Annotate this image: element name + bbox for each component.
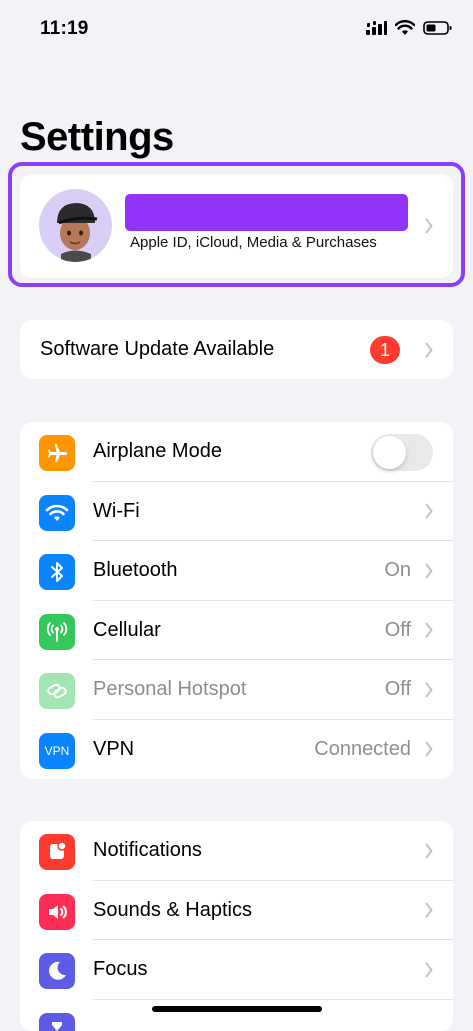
notifications-label: Notifications: [93, 821, 202, 880]
wifi-icon: [39, 495, 75, 531]
chevron-right-icon: [425, 962, 433, 978]
antenna-icon: [39, 614, 75, 650]
focus-row[interactable]: Focus: [20, 940, 453, 1000]
chevron-right-icon: [425, 503, 433, 519]
screen-time-row[interactable]: [20, 1000, 453, 1031]
bell-icon: [39, 834, 75, 870]
airplane-icon: [39, 435, 75, 471]
cellular-row[interactable]: Cellular Off: [20, 601, 453, 661]
bluetooth-label: Bluetooth: [93, 541, 178, 600]
moon-icon: [39, 953, 75, 989]
personal-hotspot-row[interactable]: Personal Hotspot Off: [20, 660, 453, 720]
highlight-box: [8, 162, 465, 287]
cellular-label: Cellular: [93, 601, 161, 660]
software-update-row[interactable]: Software Update Available 1: [20, 320, 453, 379]
vpn-icon: VPN: [39, 733, 75, 769]
toggle-knob: [373, 436, 406, 469]
bluetooth-row[interactable]: Bluetooth On: [20, 541, 453, 601]
bluetooth-icon: [39, 554, 75, 590]
hourglass-icon: [39, 1013, 75, 1031]
personal-hotspot-value: Off: [385, 660, 411, 719]
vpn-icon-text: VPN: [45, 744, 70, 758]
home-indicator[interactable]: [152, 1006, 322, 1012]
sounds-haptics-label: Sounds & Haptics: [93, 881, 252, 940]
cellular-signal-icon: [365, 20, 387, 36]
general-group: Notifications Sounds & Haptics Focus: [20, 821, 453, 1031]
notifications-row[interactable]: Notifications: [20, 821, 453, 881]
vpn-value: Connected: [314, 720, 411, 779]
focus-label: Focus: [93, 940, 147, 999]
connectivity-group: Airplane Mode Wi-Fi Bluetooth On: [20, 422, 453, 779]
chevron-right-icon: [425, 741, 433, 757]
wifi-row[interactable]: Wi-Fi: [20, 482, 453, 542]
chevron-right-icon: [425, 342, 433, 358]
vpn-row[interactable]: VPN VPN Connected: [20, 720, 453, 780]
wifi-status-icon: [395, 20, 415, 36]
personal-hotspot-label: Personal Hotspot: [93, 660, 246, 719]
airplane-mode-label: Airplane Mode: [93, 422, 222, 481]
battery-icon: [423, 20, 453, 36]
airplane-mode-row: Airplane Mode: [20, 422, 453, 482]
sounds-haptics-row[interactable]: Sounds & Haptics: [20, 881, 453, 941]
wifi-label: Wi-Fi: [93, 482, 140, 541]
vpn-label: VPN: [93, 720, 134, 779]
software-update-label: Software Update Available: [40, 320, 274, 379]
link-icon: [39, 673, 75, 709]
status-bar: 11:19: [0, 0, 473, 60]
status-time: 11:19: [40, 18, 89, 40]
airplane-mode-toggle[interactable]: [371, 434, 433, 471]
page-title: Settings: [20, 115, 174, 160]
speaker-icon: [39, 894, 75, 930]
chevron-right-icon: [425, 902, 433, 918]
chevron-right-icon: [425, 682, 433, 698]
chevron-right-icon: [425, 563, 433, 579]
status-icons: [365, 20, 453, 36]
update-badge: 1: [370, 336, 400, 364]
chevron-right-icon: [425, 622, 433, 638]
chevron-right-icon: [425, 843, 433, 859]
bluetooth-value: On: [384, 541, 411, 600]
cellular-value: Off: [385, 601, 411, 660]
